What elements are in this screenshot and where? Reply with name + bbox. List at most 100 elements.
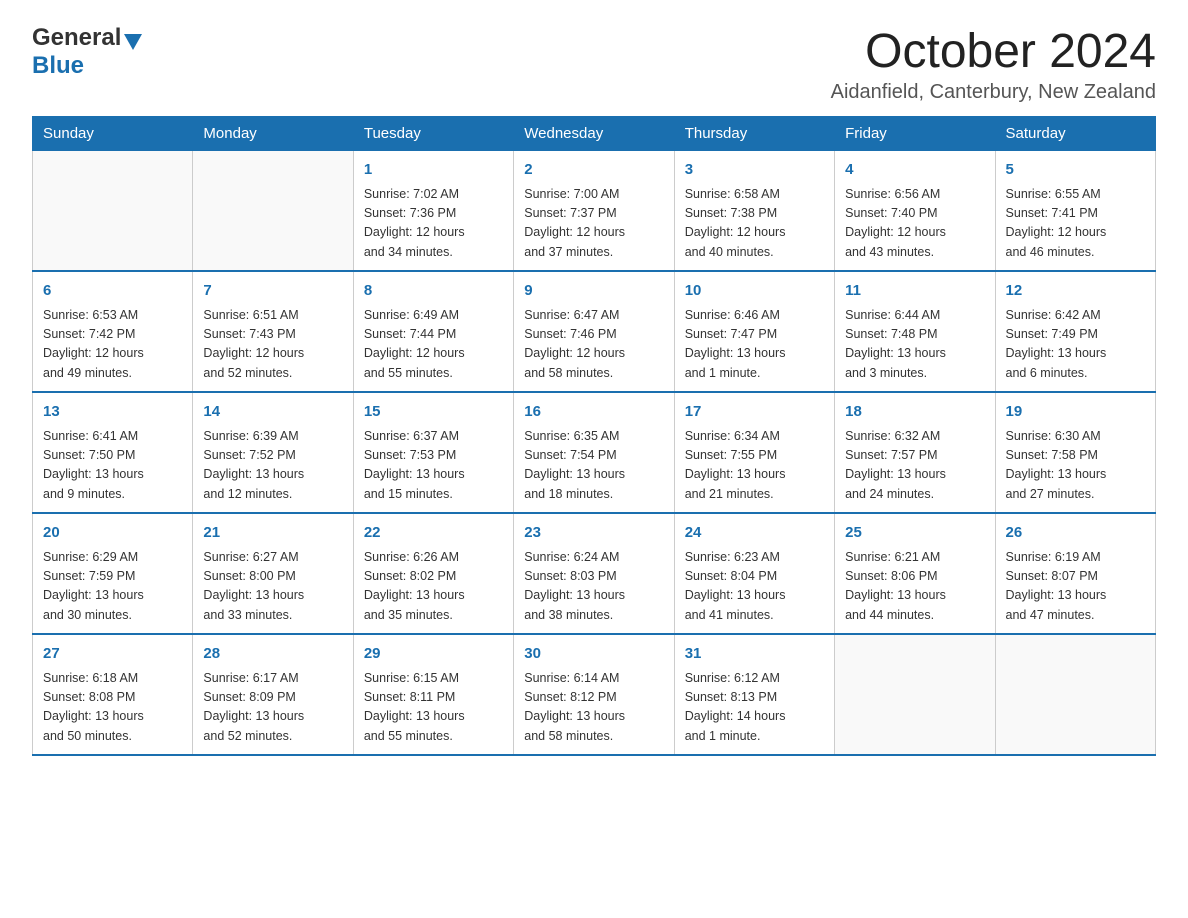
day-number: 9 xyxy=(524,280,663,303)
day-info: Sunrise: 6:51 AM Sunset: 7:43 PM Dayligh… xyxy=(203,306,342,384)
day-info: Sunrise: 6:53 AM Sunset: 7:42 PM Dayligh… xyxy=(43,306,182,384)
calendar-header-monday: Monday xyxy=(193,117,353,151)
day-info: Sunrise: 6:47 AM Sunset: 7:46 PM Dayligh… xyxy=(524,306,663,384)
day-number: 28 xyxy=(203,643,342,666)
day-info: Sunrise: 7:02 AM Sunset: 7:36 PM Dayligh… xyxy=(364,185,503,263)
calendar-header-tuesday: Tuesday xyxy=(353,117,513,151)
day-number: 29 xyxy=(364,643,503,666)
day-number: 23 xyxy=(524,522,663,545)
logo-general-text: General xyxy=(32,24,121,52)
calendar-header-sunday: Sunday xyxy=(33,117,193,151)
day-number: 7 xyxy=(203,280,342,303)
day-info: Sunrise: 6:58 AM Sunset: 7:38 PM Dayligh… xyxy=(685,185,824,263)
day-number: 15 xyxy=(364,401,503,424)
calendar-cell: 18 Sunrise: 6:32 AM Sunset: 7:57 PM Dayli… xyxy=(835,392,995,513)
day-info: Sunrise: 6:30 AM Sunset: 7:58 PM Dayligh… xyxy=(1006,427,1145,505)
day-number: 10 xyxy=(685,280,824,303)
day-info: Sunrise: 6:34 AM Sunset: 7:55 PM Dayligh… xyxy=(685,427,824,505)
calendar-cell: 27 Sunrise: 6:18 AM Sunset: 8:08 PM Dayli… xyxy=(33,634,193,755)
day-number: 4 xyxy=(845,159,984,182)
calendar-week-row: 27 Sunrise: 6:18 AM Sunset: 8:08 PM Dayli… xyxy=(33,634,1156,755)
calendar-cell: 20Sunrise: 6:29 AM Sunset: 7:59 PM Dayli… xyxy=(33,513,193,634)
day-info: Sunrise: 6:15 AM Sunset: 8:11 PM Dayligh… xyxy=(364,669,503,747)
logo: General Blue xyxy=(32,24,142,80)
calendar-header-row: SundayMondayTuesdayWednesdayThursdayFrid… xyxy=(33,117,1156,151)
calendar-cell xyxy=(193,151,353,272)
day-info: Sunrise: 6:35 AM Sunset: 7:54 PM Dayligh… xyxy=(524,427,663,505)
day-number: 27 xyxy=(43,643,182,666)
day-info: Sunrise: 6:21 AM Sunset: 8:06 PM Dayligh… xyxy=(845,548,984,626)
title-section: October 2024 Aidanfield, Canterbury, New… xyxy=(831,24,1156,104)
day-number: 30 xyxy=(524,643,663,666)
day-info: Sunrise: 6:55 AM Sunset: 7:41 PM Dayligh… xyxy=(1006,185,1145,263)
calendar-header-friday: Friday xyxy=(835,117,995,151)
calendar-cell: 2 Sunrise: 7:00 AM Sunset: 7:37 PM Daylig… xyxy=(514,151,674,272)
day-number: 19 xyxy=(1006,401,1145,424)
calendar-week-row: 13Sunrise: 6:41 AM Sunset: 7:50 PM Dayli… xyxy=(33,392,1156,513)
calendar-cell xyxy=(835,634,995,755)
day-info: Sunrise: 6:14 AM Sunset: 8:12 PM Dayligh… xyxy=(524,669,663,747)
day-info: Sunrise: 6:27 AM Sunset: 8:00 PM Dayligh… xyxy=(203,548,342,626)
calendar-cell: 22Sunrise: 6:26 AM Sunset: 8:02 PM Dayli… xyxy=(353,513,513,634)
calendar-cell: 28 Sunrise: 6:17 AM Sunset: 8:09 PM Dayli… xyxy=(193,634,353,755)
calendar-cell: 3 Sunrise: 6:58 AM Sunset: 7:38 PM Daylig… xyxy=(674,151,834,272)
day-number: 2 xyxy=(524,159,663,182)
day-info: Sunrise: 6:37 AM Sunset: 7:53 PM Dayligh… xyxy=(364,427,503,505)
day-number: 31 xyxy=(685,643,824,666)
day-number: 21 xyxy=(203,522,342,545)
calendar-cell: 19 Sunrise: 6:30 AM Sunset: 7:58 PM Dayli… xyxy=(995,392,1155,513)
day-number: 13 xyxy=(43,401,182,424)
day-info: Sunrise: 6:24 AM Sunset: 8:03 PM Dayligh… xyxy=(524,548,663,626)
calendar-cell: 30 Sunrise: 6:14 AM Sunset: 8:12 PM Dayli… xyxy=(514,634,674,755)
calendar-table: SundayMondayTuesdayWednesdayThursdayFrid… xyxy=(32,116,1156,756)
calendar-cell: 16 Sunrise: 6:35 AM Sunset: 7:54 PM Dayli… xyxy=(514,392,674,513)
day-number: 3 xyxy=(685,159,824,182)
calendar-header-wednesday: Wednesday xyxy=(514,117,674,151)
day-number: 14 xyxy=(203,401,342,424)
day-info: Sunrise: 6:23 AM Sunset: 8:04 PM Dayligh… xyxy=(685,548,824,626)
calendar-cell: 26Sunrise: 6:19 AM Sunset: 8:07 PM Dayli… xyxy=(995,513,1155,634)
day-info: Sunrise: 6:17 AM Sunset: 8:09 PM Dayligh… xyxy=(203,669,342,747)
calendar-cell: 12Sunrise: 6:42 AM Sunset: 7:49 PM Dayli… xyxy=(995,271,1155,392)
calendar-cell: 31 Sunrise: 6:12 AM Sunset: 8:13 PM Dayli… xyxy=(674,634,834,755)
logo-arrow-icon xyxy=(124,34,142,50)
day-number: 1 xyxy=(364,159,503,182)
calendar-cell: 14Sunrise: 6:39 AM Sunset: 7:52 PM Dayli… xyxy=(193,392,353,513)
day-number: 24 xyxy=(685,522,824,545)
day-number: 8 xyxy=(364,280,503,303)
calendar-cell: 9 Sunrise: 6:47 AM Sunset: 7:46 PM Daylig… xyxy=(514,271,674,392)
day-info: Sunrise: 6:32 AM Sunset: 7:57 PM Dayligh… xyxy=(845,427,984,505)
calendar-cell: 13Sunrise: 6:41 AM Sunset: 7:50 PM Dayli… xyxy=(33,392,193,513)
day-number: 26 xyxy=(1006,522,1145,545)
calendar-week-row: 6 Sunrise: 6:53 AM Sunset: 7:42 PM Daylig… xyxy=(33,271,1156,392)
calendar-cell: 25 Sunrise: 6:21 AM Sunset: 8:06 PM Dayli… xyxy=(835,513,995,634)
calendar-cell xyxy=(33,151,193,272)
day-number: 17 xyxy=(685,401,824,424)
day-info: Sunrise: 6:29 AM Sunset: 7:59 PM Dayligh… xyxy=(43,548,182,626)
day-info: Sunrise: 6:56 AM Sunset: 7:40 PM Dayligh… xyxy=(845,185,984,263)
calendar-cell: 4 Sunrise: 6:56 AM Sunset: 7:40 PM Daylig… xyxy=(835,151,995,272)
calendar-cell: 29 Sunrise: 6:15 AM Sunset: 8:11 PM Dayli… xyxy=(353,634,513,755)
month-title: October 2024 xyxy=(831,24,1156,79)
day-number: 18 xyxy=(845,401,984,424)
day-number: 16 xyxy=(524,401,663,424)
day-number: 6 xyxy=(43,280,182,303)
day-info: Sunrise: 6:18 AM Sunset: 8:08 PM Dayligh… xyxy=(43,669,182,747)
day-info: Sunrise: 7:00 AM Sunset: 7:37 PM Dayligh… xyxy=(524,185,663,263)
calendar-cell xyxy=(995,634,1155,755)
calendar-cell: 7 Sunrise: 6:51 AM Sunset: 7:43 PM Daylig… xyxy=(193,271,353,392)
calendar-cell: 6 Sunrise: 6:53 AM Sunset: 7:42 PM Daylig… xyxy=(33,271,193,392)
calendar-cell: 11Sunrise: 6:44 AM Sunset: 7:48 PM Dayli… xyxy=(835,271,995,392)
page-header: General Blue October 2024 Aidanfield, Ca… xyxy=(32,24,1156,104)
calendar-header-saturday: Saturday xyxy=(995,117,1155,151)
day-number: 25 xyxy=(845,522,984,545)
location-title: Aidanfield, Canterbury, New Zealand xyxy=(831,81,1156,104)
day-info: Sunrise: 6:26 AM Sunset: 8:02 PM Dayligh… xyxy=(364,548,503,626)
calendar-week-row: 20Sunrise: 6:29 AM Sunset: 7:59 PM Dayli… xyxy=(33,513,1156,634)
day-info: Sunrise: 6:49 AM Sunset: 7:44 PM Dayligh… xyxy=(364,306,503,384)
day-number: 12 xyxy=(1006,280,1145,303)
day-info: Sunrise: 6:12 AM Sunset: 8:13 PM Dayligh… xyxy=(685,669,824,747)
day-info: Sunrise: 6:44 AM Sunset: 7:48 PM Dayligh… xyxy=(845,306,984,384)
calendar-cell: 10Sunrise: 6:46 AM Sunset: 7:47 PM Dayli… xyxy=(674,271,834,392)
calendar-week-row: 1 Sunrise: 7:02 AM Sunset: 7:36 PM Daylig… xyxy=(33,151,1156,272)
